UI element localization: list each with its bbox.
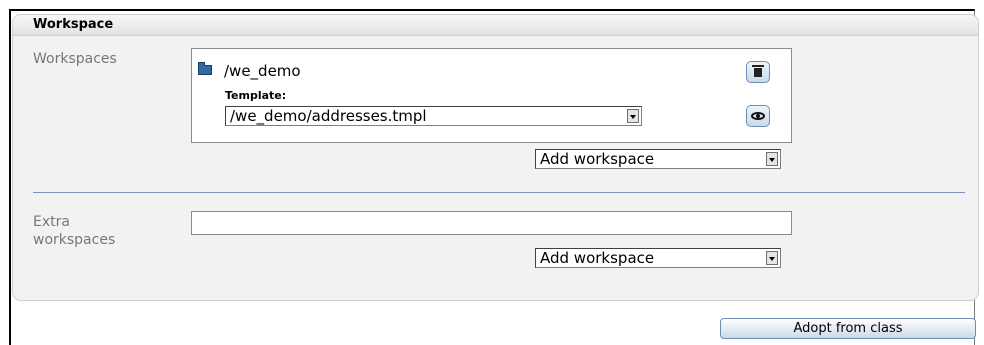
section-divider [33,192,965,193]
add-extra-workspace-select[interactable]: Add workspace [535,248,781,268]
template-select-value: /we_demo/addresses.tmpl [230,107,427,125]
add-workspace-select[interactable]: Add workspace [535,149,781,169]
folder-icon [198,62,212,75]
chevron-down-icon[interactable] [766,251,778,265]
add-extra-workspace-select-value: Add workspace [540,249,655,267]
workspace-entry-box: /we_demo Template: /we_demo/addresses.tm… [191,48,792,143]
template-label: Template: [225,89,287,102]
extra-workspaces-input[interactable] [191,211,792,235]
extra-workspaces-label-line2: workspaces [33,232,116,248]
extra-workspaces-label-line1: Extra [33,214,70,230]
workspace-path: /we_demo [224,62,301,80]
add-workspace-select-value: Add workspace [540,150,655,168]
eye-icon [751,112,765,120]
panel-title: Workspace [33,17,114,32]
delete-workspace-button[interactable] [746,61,770,83]
workspaces-label: Workspaces [33,51,117,67]
panel-header: Workspace [13,15,978,36]
template-select[interactable]: /we_demo/addresses.tmpl [225,106,642,126]
chevron-down-icon[interactable] [627,109,639,123]
chevron-down-icon[interactable] [766,152,778,166]
preview-template-button[interactable] [746,105,770,127]
trash-icon [752,65,764,77]
adopt-from-class-button[interactable]: Adopt from class [720,318,976,339]
